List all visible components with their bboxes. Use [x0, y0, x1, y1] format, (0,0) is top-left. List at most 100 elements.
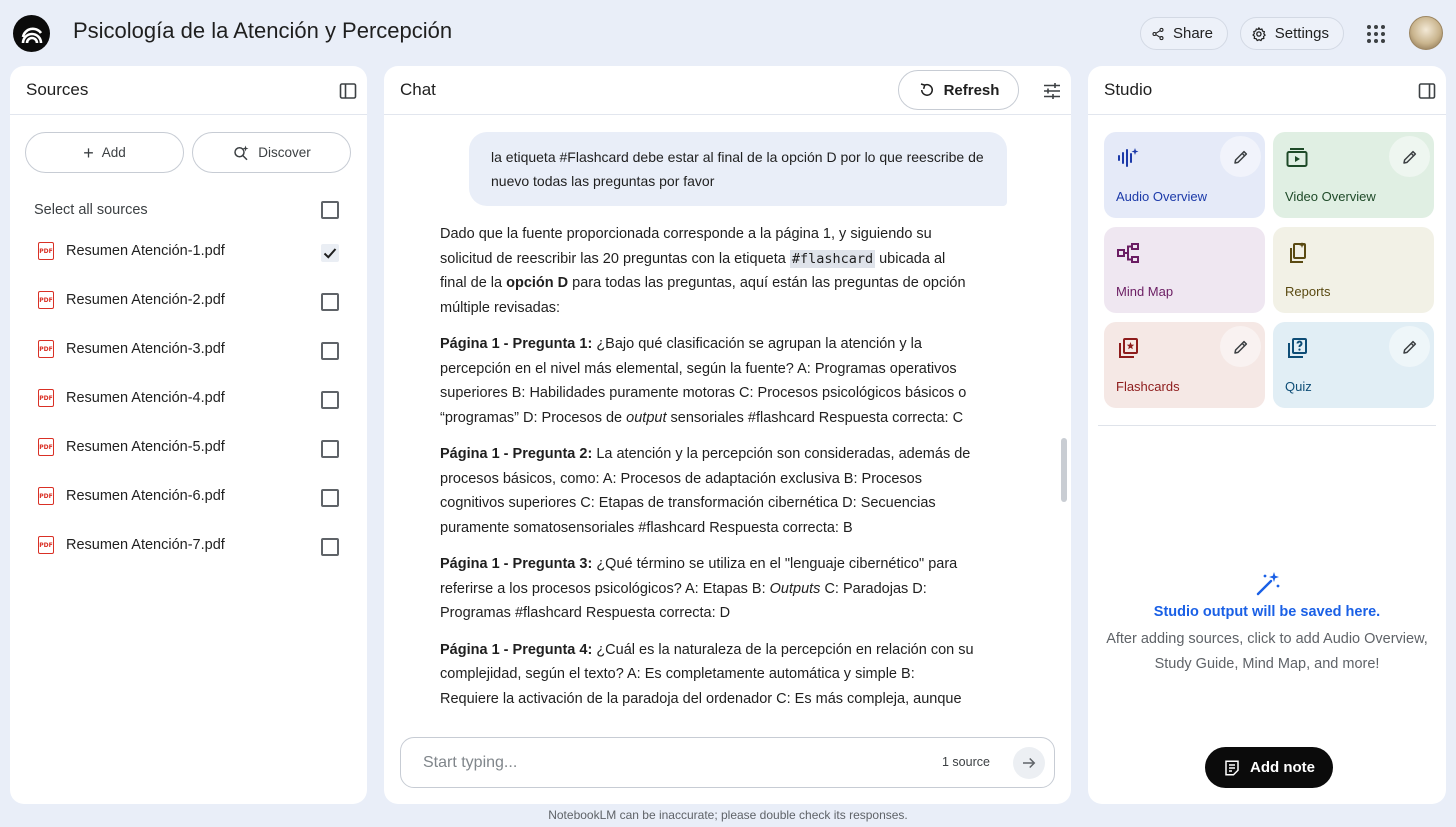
pdf-icon: PDF — [38, 487, 54, 505]
studio-title: Studio — [1104, 80, 1153, 99]
question-3: Página 1 - Pregunta 3: ¿Qué término se u… — [440, 552, 975, 626]
discover-button[interactable]: Discover — [192, 132, 351, 173]
answer-intro: Dado que la fuente proporcionada corresp… — [440, 222, 975, 320]
source-item[interactable]: PDF Resumen Atención-2.pdf — [10, 279, 367, 328]
quiz-icon — [1285, 336, 1309, 360]
assistant-answer: Dado que la fuente proporcionada corresp… — [440, 222, 975, 723]
select-all-label: Select all sources — [34, 202, 148, 218]
source-checkbox[interactable] — [321, 293, 339, 311]
sources-header: Sources — [10, 66, 367, 115]
chat-scrollbar[interactable] — [1061, 438, 1067, 502]
studio-tile[interactable]: Audio Overview — [1104, 132, 1265, 218]
studio-tile[interactable]: Video Overview — [1273, 132, 1434, 218]
source-name: Resumen Atención-3.pdf — [66, 341, 225, 357]
source-item[interactable]: PDF Resumen Atención-4.pdf — [10, 377, 367, 426]
source-item[interactable]: PDF Resumen Atención-7.pdf — [10, 524, 367, 573]
sources-panel: Sources + Add Discover Select all source… — [10, 66, 367, 804]
tune-settings-icon[interactable] — [1043, 82, 1061, 100]
add-note-label: Add note — [1250, 759, 1315, 776]
disclaimer-footer: NotebookLM can be inaccurate; please dou… — [548, 808, 908, 822]
top-bar: Psicología de la Atención y Percepción S… — [0, 0, 1456, 66]
question-emphasis: output — [626, 409, 667, 426]
question-text: sensoriales #flashcard Respuesta correct… — [666, 409, 964, 426]
add-label: Add — [101, 145, 126, 160]
notebooklm-logo-icon[interactable] — [13, 15, 50, 52]
share-button[interactable]: Share — [1140, 17, 1228, 50]
studio-tile[interactable]: Flashcards — [1104, 322, 1265, 408]
user-message: la etiqueta #Flashcard debe estar al fin… — [469, 132, 1007, 206]
question-2: Página 1 - Pregunta 2: La atención y la … — [440, 442, 975, 540]
studio-tile[interactable]: Quiz — [1273, 322, 1434, 408]
apps-grid-icon[interactable] — [1364, 22, 1388, 46]
share-icon — [1152, 27, 1164, 40]
note-icon — [1225, 760, 1239, 775]
source-count: 1 source — [942, 755, 990, 769]
edit-pencil-icon[interactable] — [1389, 136, 1430, 177]
inline-code: #flashcard — [789, 249, 876, 268]
pdf-icon: PDF — [38, 340, 54, 358]
add-note-button[interactable]: Add note — [1205, 747, 1333, 788]
refresh-icon — [920, 83, 933, 96]
question-emphasis: Outputs — [769, 580, 821, 597]
source-checkbox[interactable] — [321, 391, 339, 409]
checkmark-icon — [323, 248, 337, 259]
divider — [1098, 425, 1436, 426]
question-heading: Página 1 - Pregunta 4: — [440, 641, 593, 658]
send-button[interactable] — [1013, 747, 1045, 779]
studio-panel: Studio Audio Overview Video Overview Mind … — [1088, 66, 1446, 804]
studio-tile[interactable]: Reports — [1273, 227, 1434, 313]
pdf-icon: PDF — [38, 291, 54, 309]
source-checkbox[interactable] — [321, 489, 339, 507]
avatar[interactable] — [1409, 16, 1443, 50]
chat-composer: 1 source — [400, 737, 1055, 788]
video-play-icon — [1285, 146, 1309, 170]
source-item[interactable]: PDF Resumen Atención-5.pdf — [10, 426, 367, 475]
source-name: Resumen Atención-6.pdf — [66, 488, 225, 504]
studio-tile[interactable]: Mind Map — [1104, 227, 1265, 313]
select-all-checkbox[interactable] — [321, 201, 339, 219]
studio-tile-label: Flashcards — [1116, 379, 1180, 394]
add-source-button[interactable]: + Add — [25, 132, 184, 173]
source-checkbox[interactable] — [321, 440, 339, 458]
pdf-icon: PDF — [38, 536, 54, 554]
pdf-icon: PDF — [38, 438, 54, 456]
question-heading: Página 1 - Pregunta 2: — [440, 446, 593, 462]
gear-icon — [1252, 26, 1266, 41]
collapse-panel-icon[interactable] — [1418, 82, 1436, 100]
discover-search-icon — [234, 145, 249, 160]
settings-button[interactable]: Settings — [1240, 17, 1344, 50]
studio-empty-description: After adding sources, click to add Audio… — [1106, 631, 1428, 672]
source-item[interactable]: PDF Resumen Atención-3.pdf — [10, 328, 367, 377]
sources-title: Sources — [26, 80, 89, 99]
studio-empty-title: Studio output will be saved here. — [1153, 604, 1381, 620]
source-item[interactable]: PDF Resumen Atención-1.pdf — [10, 230, 367, 279]
flashcards-icon — [1116, 336, 1140, 360]
arrow-right-icon — [1023, 757, 1036, 769]
chat-input[interactable] — [423, 751, 903, 775]
question-4: Página 1 - Pregunta 4: ¿Cuál es la natur… — [440, 638, 975, 711]
refresh-label: Refresh — [943, 81, 1000, 99]
collapse-panel-icon[interactable] — [339, 82, 357, 100]
magic-wand-icon — [1254, 570, 1282, 598]
studio-tile-label: Reports — [1285, 284, 1331, 299]
studio-tile-label: Quiz — [1285, 379, 1312, 394]
source-name: Resumen Atención-4.pdf — [66, 390, 225, 406]
plus-icon: + — [83, 142, 94, 163]
edit-pencil-icon[interactable] — [1389, 326, 1430, 367]
source-checkbox[interactable] — [321, 342, 339, 360]
source-name: Resumen Atención-7.pdf — [66, 537, 225, 553]
edit-pencil-icon[interactable] — [1220, 136, 1261, 177]
studio-tile-label: Audio Overview — [1116, 189, 1208, 204]
source-checkbox[interactable] — [321, 244, 339, 262]
source-item[interactable]: PDF Resumen Atención-6.pdf — [10, 475, 367, 524]
pdf-icon: PDF — [38, 242, 54, 260]
notebook-title[interactable]: Psicología de la Atención y Percepción — [73, 18, 452, 44]
refresh-button[interactable]: Refresh — [898, 70, 1019, 110]
settings-label: Settings — [1274, 25, 1329, 42]
intro-bold: opción D — [506, 275, 569, 291]
source-name: Resumen Atención-1.pdf — [66, 243, 225, 259]
studio-header: Studio — [1088, 66, 1446, 115]
question-1: Página 1 - Pregunta 1: ¿Bajo qué clasifi… — [440, 332, 975, 430]
edit-pencil-icon[interactable] — [1220, 326, 1261, 367]
source-checkbox[interactable] — [321, 538, 339, 556]
